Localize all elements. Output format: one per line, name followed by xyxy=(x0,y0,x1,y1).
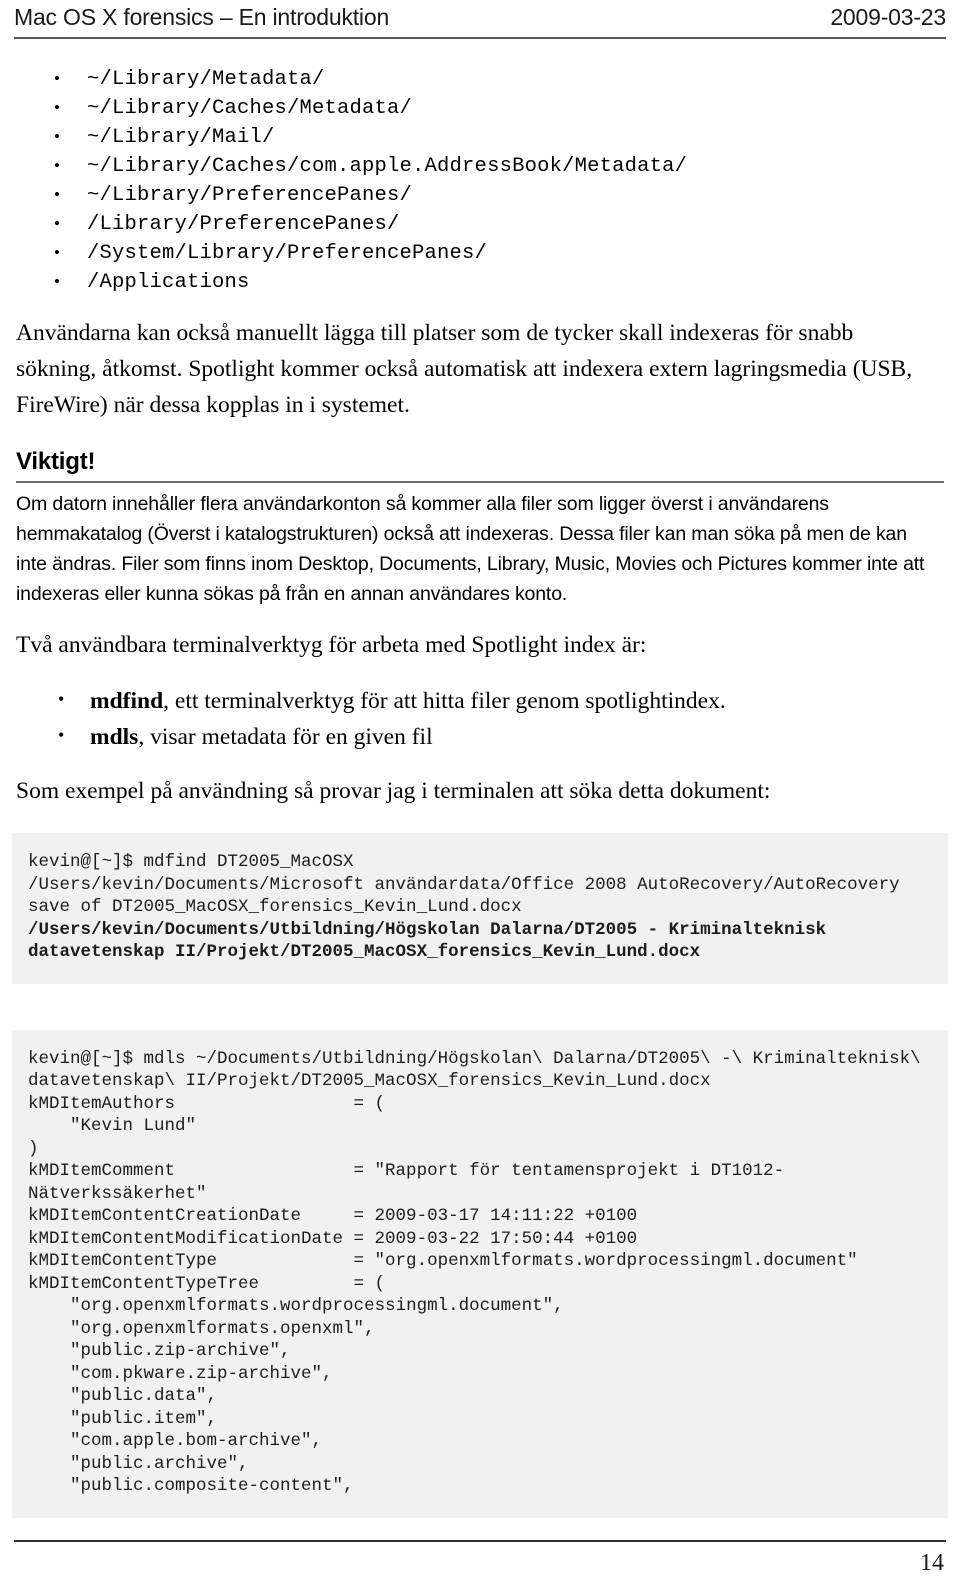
header-divider xyxy=(14,37,946,39)
path-list-item: ~/Library/Metadata/ xyxy=(12,64,948,94)
document-date: 2009-03-23 xyxy=(830,4,946,30)
tool-name: mdls xyxy=(90,724,139,750)
code-line: kMDItemContentModificationDate = 2009-03… xyxy=(28,1228,638,1249)
code-line: /Users/kevin/Documents/Microsoft använda… xyxy=(28,874,911,918)
notice-block: Viktigt! Om datorn innehåller flera anvä… xyxy=(12,447,948,609)
path-list-item: ~/Library/Mail/ xyxy=(12,122,948,152)
notice-text: Om datorn innehåller flera användarkonto… xyxy=(16,493,925,605)
code-line: "public.zip-archive", xyxy=(28,1341,291,1361)
code-block-mdls: kevin@[~]$ mdls ~/Documents/Utbildning/H… xyxy=(12,1029,948,1518)
code-line: kMDItemAuthors = ( xyxy=(28,1093,386,1114)
code-line: "public.data", xyxy=(28,1386,218,1406)
page-header: Mac OS X forensics – En introduktion 200… xyxy=(12,0,948,37)
document-title: Mac OS X forensics – En introduktion xyxy=(14,4,390,30)
terminal-tool-list: mdfind, ett terminalverktyg för att hitt… xyxy=(12,681,948,755)
code-line: "public.composite-content", xyxy=(28,1476,354,1496)
code-line: "com.apple.bom-archive", xyxy=(28,1431,323,1451)
path-list-item: /Applications xyxy=(12,267,948,297)
tool-description: , visar metadata för en given fil xyxy=(138,724,433,750)
code-line: "org.openxmlformats.openxml", xyxy=(28,1318,375,1339)
code-line: "Kevin Lund" xyxy=(28,1116,197,1136)
code-line: kevin@[~]$ mdfind DT2005_MacOSX xyxy=(28,852,354,872)
code-line: kMDItemContentCreationDate = 2009-03-17 … xyxy=(28,1206,638,1226)
notice-divider xyxy=(16,481,944,483)
code-block-mdfind: kevin@[~]$ mdfind DT2005_MacOSX/Users/ke… xyxy=(12,833,948,984)
code-line: "public.archive", xyxy=(28,1453,249,1474)
path-list-item: ~/Library/PreferencePanes/ xyxy=(12,180,948,210)
tool-list-item: mdls, visar metadata för en given fil xyxy=(12,717,948,755)
code-line: kevin@[~]$ mdls ~/Documents/Utbildning/H… xyxy=(28,1048,932,1092)
code-line: kMDItemComment = "Rapport för tentamensp… xyxy=(28,1161,785,1204)
path-list-item: ~/Library/Caches/Metadata/ xyxy=(12,93,948,123)
tools-intro-paragraph: Två användbara terminalverktyg för arbet… xyxy=(16,632,647,658)
code-line: /Users/kevin/Documents/Utbildning/Högsko… xyxy=(28,919,837,963)
code-line: kMDItemContentTypeTree = ( xyxy=(28,1273,386,1294)
notice-heading: Viktigt! xyxy=(16,448,96,475)
path-list-item: /System/Library/PreferencePanes/ xyxy=(12,238,948,268)
path-list-item: ~/Library/Caches/com.apple.AddressBook/M… xyxy=(12,151,948,181)
tool-description: , ett terminalverktyg för att hitta file… xyxy=(163,688,726,714)
code-line: kMDItemContentType = "org.openxmlformats… xyxy=(28,1251,858,1271)
document-page: Mac OS X forensics – En introduktion 200… xyxy=(0,0,960,1585)
example-intro-paragraph: Som exempel på användning så provar jag … xyxy=(16,778,771,804)
code-line: "org.openxmlformats.wordprocessingml.doc… xyxy=(28,1296,564,1316)
tool-list-item: mdfind, ett terminalverktyg för att hitt… xyxy=(12,681,948,719)
page-number: 14 xyxy=(920,1550,944,1576)
tool-name: mdfind xyxy=(90,688,164,714)
code-line: "public.item", xyxy=(28,1408,218,1429)
intro-paragraph: Användarna kan också manuellt lägga till… xyxy=(16,320,913,418)
path-list-item: /Library/PreferencePanes/ xyxy=(12,209,948,239)
code-line: "com.pkware.zip-archive", xyxy=(28,1363,333,1384)
spotlight-path-list: ~/Library/Metadata/~/Library/Caches/Meta… xyxy=(12,64,948,297)
page-footer: 14 xyxy=(12,1540,948,1577)
code-line: ) xyxy=(28,1138,39,1159)
